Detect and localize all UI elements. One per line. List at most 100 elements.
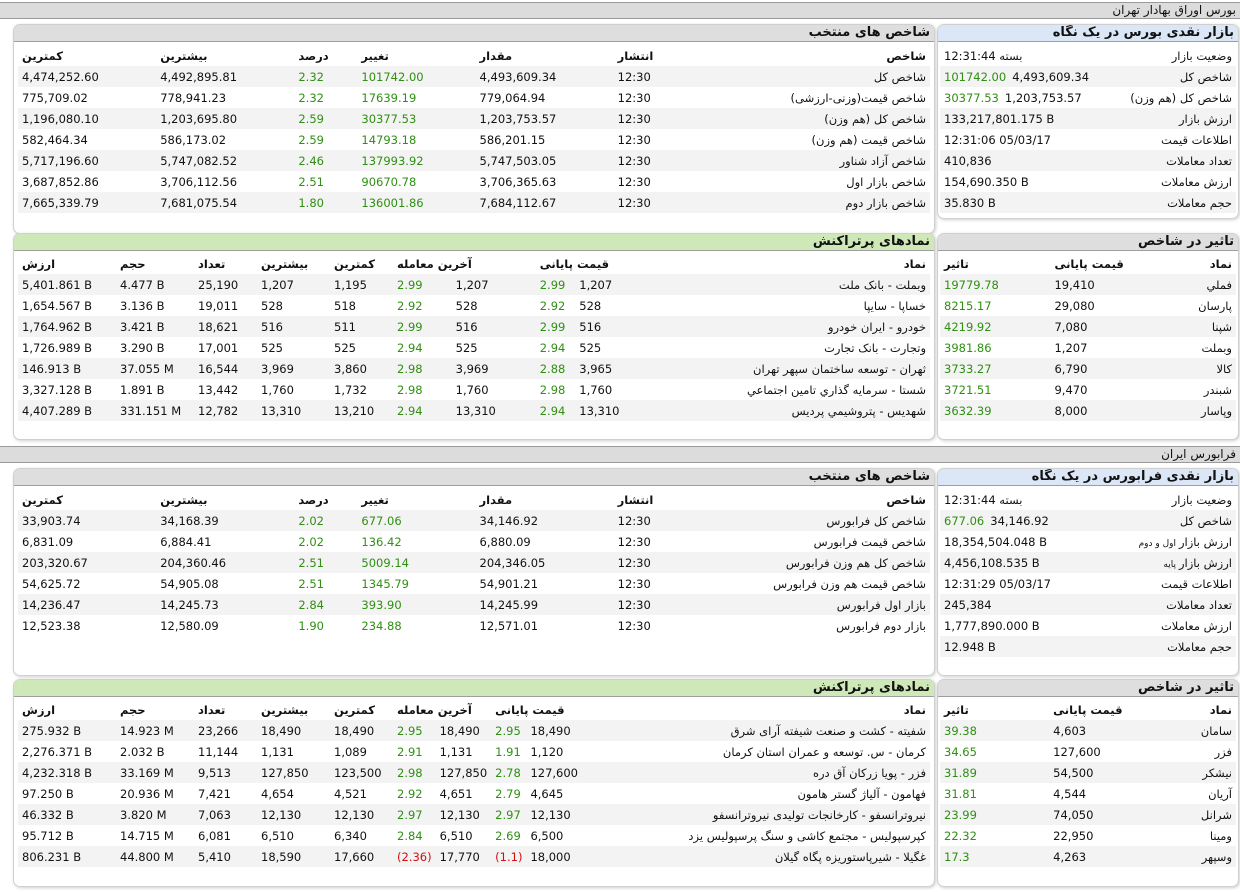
fara-active-title: نمادهای پرتراکنش <box>14 680 934 697</box>
index-cell: 34,168.39 <box>156 510 295 531</box>
glance-value-text: 1,203,753.57 <box>1004 90 1082 105</box>
active-cell: 13,310 <box>575 400 632 421</box>
active-symbol[interactable]: وبملت - بانک ملت <box>632 274 930 295</box>
active-symbol[interactable]: خودرو - ايران خودرو <box>632 316 930 337</box>
impact-symbol[interactable]: شبندر <box>1163 379 1236 400</box>
impact-cell: 39.38 <box>940 720 1050 741</box>
index-cell: 586,201.15 <box>479 132 546 147</box>
active-cell: 123,500 <box>330 762 393 783</box>
active-symbol[interactable]: شفیته - کشت و صنعت شیفته آرای شرق <box>582 720 930 741</box>
impact-header-row: نماد قیمت پایانی تاثیر <box>940 700 1236 720</box>
impact-row: وبملت 1,207 3981.86 <box>940 337 1236 358</box>
active-cell: 2.99 <box>535 274 576 295</box>
indices-header-cell: شاخص <box>886 49 926 63</box>
impact-symbol[interactable]: فزر <box>1162 741 1236 762</box>
index-name[interactable]: شاخص آزاد شناور <box>691 150 930 171</box>
index-name[interactable]: شاخص قیمت هم وزن فرابورس <box>692 573 930 594</box>
index-name[interactable]: شاخص بازار دوم <box>691 192 930 213</box>
active-cell: (1.1) <box>491 846 527 867</box>
active-cell: 2,276.371 B <box>22 744 93 759</box>
tehran-active-title: نمادهای پرتراکنش <box>14 234 934 251</box>
active-row: فهامون - آلیاژ گستر هامون 4,645 2.79 4,651 2… <box>18 783 930 804</box>
index-name[interactable]: شاخص کل فرابورس <box>691 510 930 531</box>
glance-value-text: 4,456,108.535 B <box>944 555 1040 570</box>
glance-label-text: ارزش بازار <box>1178 111 1232 126</box>
active-cell: 13,310 <box>257 400 330 421</box>
glance-label-text: وضعیت بازار <box>1171 492 1232 507</box>
glance-label: ارزش معاملات <box>1108 615 1236 636</box>
glance-label-text: تعداد معاملات <box>1166 153 1232 168</box>
active-symbol[interactable]: ثهران - توسعه ساختمان سپهر تهران <box>632 358 930 379</box>
glance-row: تعداد معاملات 410,836 <box>940 150 1236 171</box>
glance-value: 245,384 <box>940 594 1108 615</box>
indices-row: شاخص کل 12:30 4,493,609.34 101742.00 2.32 4,4… <box>18 66 930 87</box>
index-cell: 5,717,196.60 <box>18 150 157 171</box>
impact-cell: 3981.86 <box>944 340 992 355</box>
impact-symbol[interactable]: نیشکر <box>1162 762 1236 783</box>
active-symbol[interactable]: غگیلا - شیرپاستوریزه پگاه گیلان <box>582 846 930 867</box>
impact-symbol[interactable]: وپاسار <box>1162 400 1236 421</box>
active-symbol[interactable]: خساپا - سايپا <box>632 295 930 316</box>
impact-cell: 34.65 <box>944 744 977 759</box>
index-name[interactable]: بازار اول فرابورس <box>691 594 930 615</box>
impact-symbol[interactable]: وسپهر <box>1162 846 1236 867</box>
index-cell: 234.88 <box>361 618 402 633</box>
active-symbol[interactable]: کپرسپولیس - مجتمع کاشی و سنگ پرسپولیس یز… <box>582 825 930 846</box>
glance-row: شاخص کل (هم وزن) 30377.53 1,203,753.57 <box>940 87 1236 108</box>
indices-header-cell: مقدار <box>479 49 513 63</box>
index-name[interactable]: شاخص بازار اول <box>692 171 930 192</box>
active-symbol[interactable]: فهامون - آلیاژ گستر هامون <box>582 783 930 804</box>
active-cell: 5,401.861 B <box>18 274 116 295</box>
active-symbol[interactable]: نیروترانسفو - کارخانجات تولیدی نیروترانس… <box>582 804 930 825</box>
impact-header-cell: تاثیر <box>944 257 969 271</box>
index-cell: 2.46 <box>294 150 358 171</box>
active-symbol[interactable]: فزر - پویا زرکان آق دره <box>582 762 930 783</box>
impact-symbol[interactable]: شپنا <box>1162 316 1236 337</box>
active-cell: 19,011 <box>198 298 239 313</box>
active-cell: 14.715 M <box>120 828 174 843</box>
fara-impact-title: تاثیر در شاخص <box>938 680 1238 697</box>
active-row: شهديس - پتروشيمي پرديس 13,310 2.94 13,310 2.… <box>18 400 930 421</box>
index-name[interactable]: شاخص کل هم وزن فرابورس <box>691 552 930 573</box>
impact-symbol[interactable]: شرانل <box>1162 804 1236 825</box>
index-name[interactable]: شاخص قیمت فرابورس <box>692 531 930 552</box>
index-name[interactable]: بازار دوم فرابورس <box>692 615 930 636</box>
glance-label: حجم معاملات <box>1108 192 1236 213</box>
impact-symbol[interactable]: پارسان <box>1163 295 1236 316</box>
active-cell: 2.98 <box>539 382 566 397</box>
active-symbol[interactable]: کرمان - س. توسعه و عمران استان کرمان <box>582 741 930 762</box>
index-cell: 582,464.34 <box>22 132 88 147</box>
active-cell: 6,510 <box>261 828 294 843</box>
index-name[interactable]: شاخص قیمت(وزنی-ارزشی) <box>692 87 930 108</box>
fara-impact-panel: تاثیر در شاخص نماد قیمت پایانی تاثیر سامان 4… <box>937 679 1239 887</box>
glance-value-text: 1,777,890.000 B <box>944 618 1040 633</box>
active-cell: 2.84 <box>397 828 423 843</box>
glance-value: 101742.00 4,493,609.34 <box>940 66 1108 87</box>
active-symbol[interactable]: شهديس - پتروشيمي پرديس <box>632 400 930 421</box>
index-cell: 12:30 <box>617 576 651 591</box>
impact-symbol[interactable]: فملي <box>1162 274 1236 295</box>
active-cell: 1,207 <box>451 274 536 295</box>
impact-symbol[interactable]: ومينا <box>1162 825 1236 846</box>
active-header-cell: تعداد <box>198 703 226 717</box>
impact-cell: 4,544 <box>1053 786 1087 801</box>
impact-symbol[interactable]: کالا <box>1162 358 1236 379</box>
active-cell: 95.712 B <box>22 828 74 843</box>
glance-row: ارزش معاملات 154,690.350 B <box>940 171 1236 192</box>
impact-symbol[interactable]: آریان <box>1162 783 1236 804</box>
index-name[interactable]: شاخص کل <box>691 66 930 87</box>
impact-symbol[interactable]: سامان <box>1162 720 1236 741</box>
active-symbol[interactable]: شستا - سرمايه گذاري تامين اجتماعي <box>632 379 930 400</box>
active-cell: 7,063 <box>194 804 257 825</box>
active-cell: 3.820 M <box>116 804 194 825</box>
index-cell: 137993.92 <box>357 150 476 171</box>
active-cell: (2.36) <box>393 846 436 867</box>
active-symbol[interactable]: وتجارت - بانک تجارت <box>632 337 930 358</box>
active-cell: 1,195 <box>330 274 393 295</box>
index-name[interactable]: شاخص قیمت (هم وزن) <box>692 129 930 150</box>
index-cell: 34,146.92 <box>475 510 614 531</box>
index-name[interactable]: شاخص کل (هم وزن) <box>691 108 930 129</box>
index-cell: 775,709.02 <box>22 90 88 105</box>
index-cell: 30377.53 <box>357 108 476 129</box>
impact-symbol[interactable]: وبملت <box>1163 337 1236 358</box>
